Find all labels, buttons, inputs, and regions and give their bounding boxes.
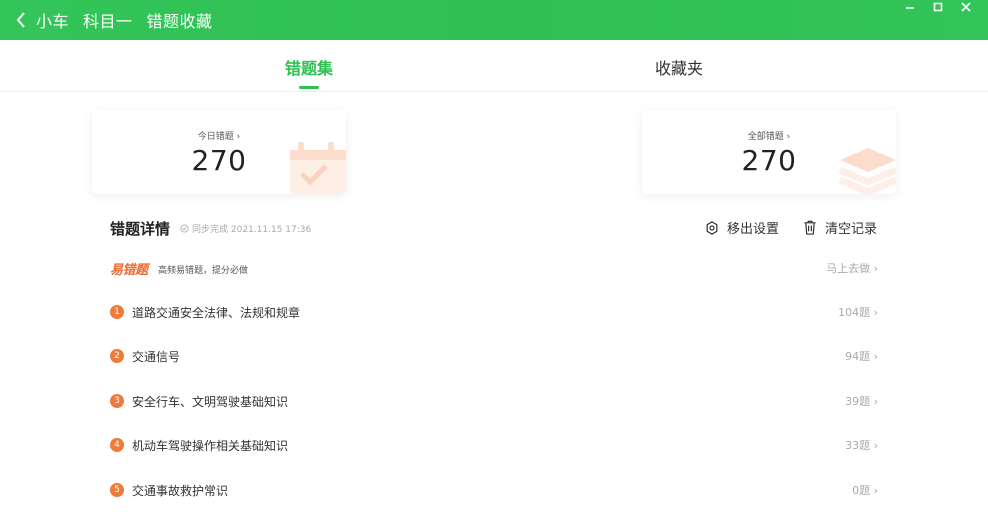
page-title: 错题收藏	[146, 12, 213, 31]
breadcrumb-vehicle[interactable]: 小车	[36, 8, 69, 32]
chapter-row[interactable]: 5 交通事故救护常识 0题 ›	[110, 478, 878, 502]
chapter-name: 交通信号	[132, 350, 181, 364]
stack-icon	[838, 148, 896, 194]
chapter-row[interactable]: 2 交通信号 94题 ›	[110, 344, 878, 368]
chapter-name: 交通事故救护常识	[132, 484, 229, 498]
chapter-count: 39题 ›	[845, 395, 878, 408]
chapter-name: 安全行车、文明驾驶基础知识	[132, 395, 289, 409]
close-icon	[961, 2, 971, 12]
sync-status: 同步完成 2021.11.15 17:36	[180, 222, 311, 235]
maximize-icon	[933, 2, 943, 12]
start-now-link[interactable]: 马上去做 ›	[826, 260, 878, 276]
easy-mistakes-desc: 高频易错题，提分必做	[158, 266, 249, 276]
total-wrong-card[interactable]: 全部错题 › 270	[642, 110, 896, 194]
tab-favorites[interactable]: 收藏夹	[655, 55, 703, 79]
chapter-row[interactable]: 1 道路交通安全法律、法规和规章 104题 ›	[110, 300, 878, 324]
minimize-icon	[906, 7, 914, 9]
chapter-number-badge: 5	[110, 483, 124, 497]
chapter-count: 33题 ›	[845, 439, 878, 452]
remove-settings-button[interactable]: 移出设置	[705, 218, 779, 237]
gear-icon	[706, 220, 718, 235]
trash-icon	[804, 220, 816, 235]
minimize-button[interactable]	[896, 0, 924, 14]
easy-mistakes-row[interactable]: 易错题 高频易错题，提分必做 马上去做 ›	[110, 256, 878, 280]
chapter-row[interactable]: 4 机动车驾驶操作相关基础知识 33题 ›	[110, 433, 878, 457]
active-tab-indicator	[299, 86, 319, 89]
breadcrumb-subject[interactable]: 科目一	[83, 8, 133, 32]
back-button[interactable]	[10, 9, 32, 31]
window-controls	[896, 0, 980, 14]
sync-check-icon	[180, 224, 189, 233]
chevron-left-icon	[16, 12, 25, 28]
title-bar: 小车 科目一 错题收藏	[0, 0, 988, 40]
close-button[interactable]	[952, 0, 980, 14]
calendar-icon	[290, 142, 346, 194]
chapter-name: 机动车驾驶操作相关基础知识	[132, 439, 289, 453]
tab-bar: 错题集 收藏夹	[0, 40, 988, 92]
tab-wrong-questions[interactable]: 错题集	[285, 55, 333, 79]
chapter-count: 0题 ›	[852, 484, 878, 497]
chapter-count: 94题 ›	[845, 350, 878, 363]
chapter-number-badge: 4	[110, 438, 124, 452]
clear-records-button[interactable]: 清空记录	[803, 218, 877, 237]
easy-mistakes-logo: 易错题	[110, 263, 148, 278]
chapter-name: 道路交通安全法律、法规和规章	[132, 306, 301, 320]
chapter-number-badge: 2	[110, 349, 124, 363]
today-wrong-card[interactable]: 今日错题 › 270	[92, 110, 346, 194]
details-header: 错题详情 同步完成 2021.11.15 17:36 移出设置 清空记录	[110, 216, 878, 240]
maximize-button[interactable]	[924, 0, 952, 14]
details-title: 错题详情	[110, 220, 171, 238]
chapter-number-badge: 1	[110, 305, 124, 319]
chapter-row[interactable]: 3 安全行车、文明驾驶基础知识 39题 ›	[110, 389, 878, 413]
chapter-count: 104题 ›	[838, 306, 878, 319]
chapter-number-badge: 3	[110, 394, 124, 408]
